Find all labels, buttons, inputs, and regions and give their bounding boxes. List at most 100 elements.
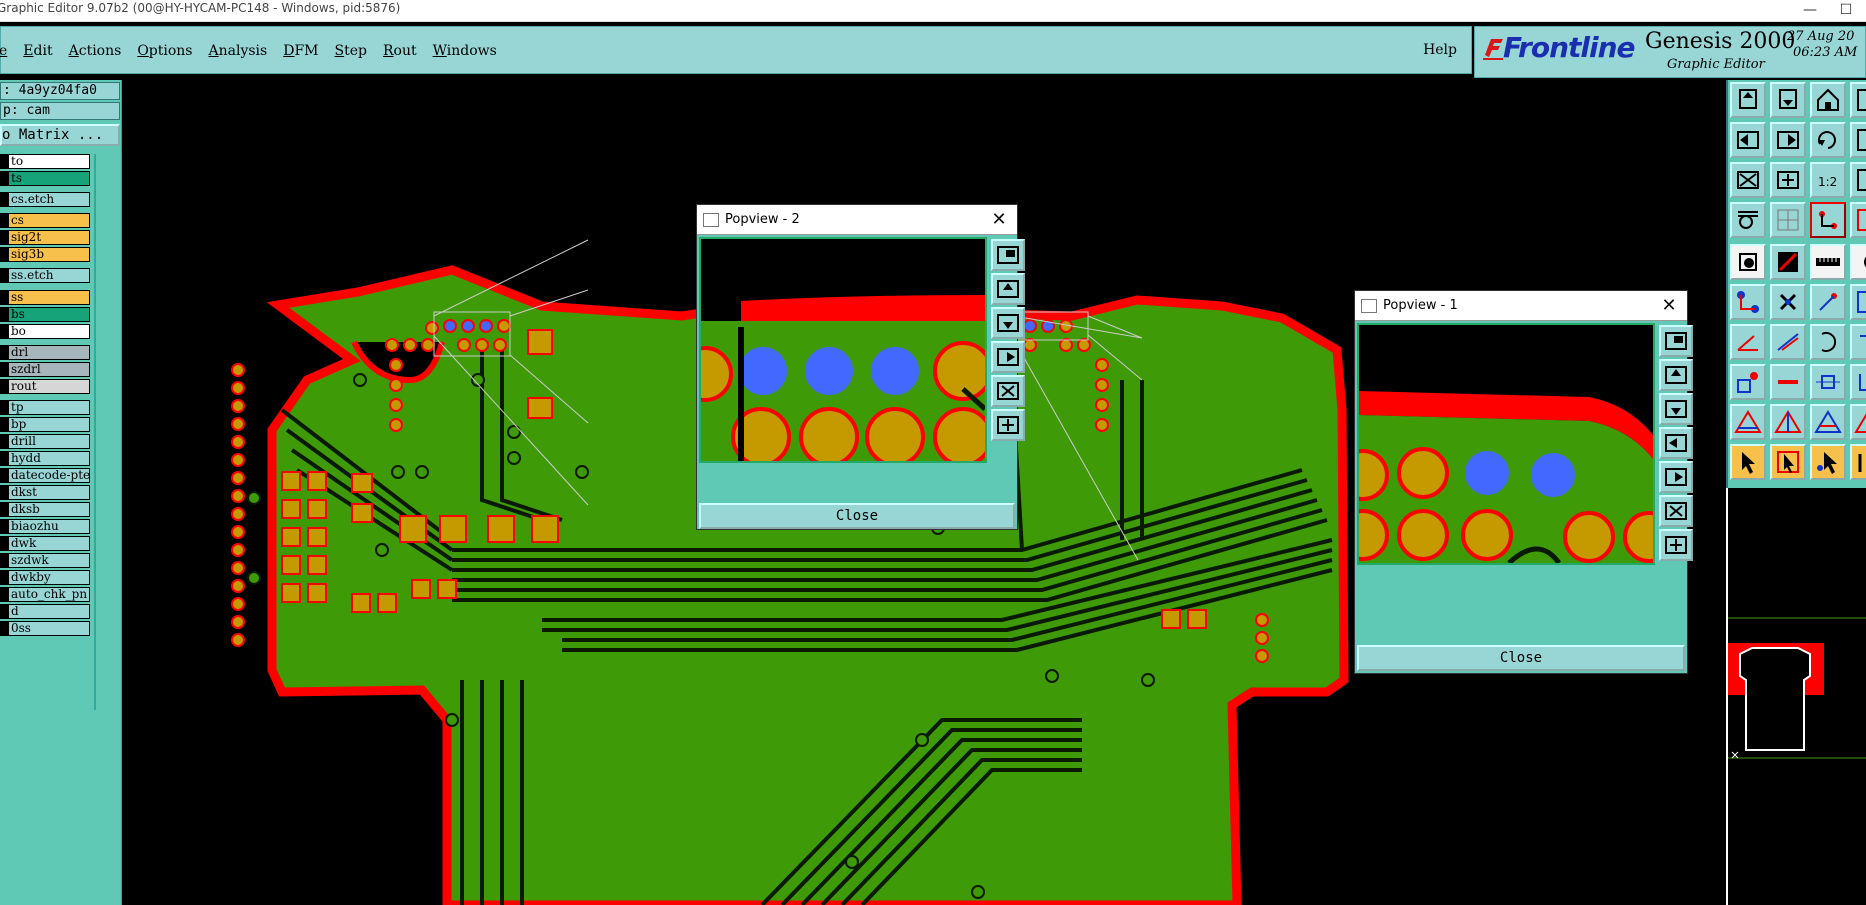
popview-1-view[interactable] — [1357, 323, 1655, 565]
layer-item[interactable]: dwkby — [8, 570, 90, 585]
zoom-window-icon[interactable] — [991, 239, 1025, 271]
layer-item[interactable]: dkst — [8, 485, 90, 500]
select-feature-icon[interactable] — [1770, 444, 1806, 480]
layer-item[interactable]: szdrl — [8, 362, 90, 377]
close-icon[interactable]: ✕ — [987, 205, 1011, 235]
layer-item[interactable]: auto_chk_pn — [8, 587, 90, 602]
move-icon[interactable] — [1810, 284, 1846, 320]
select-net-icon[interactable] — [1810, 444, 1846, 480]
tool-icon[interactable] — [1850, 404, 1866, 440]
layer-affect-box[interactable] — [0, 230, 8, 245]
add-pad-icon[interactable] — [1730, 244, 1766, 280]
layer-item[interactable]: bp — [8, 417, 90, 432]
layer-item[interactable]: d — [8, 604, 90, 619]
tool-icon[interactable] — [1850, 202, 1866, 238]
layer-affect-box[interactable] — [0, 604, 8, 619]
tool-icon[interactable] — [1850, 244, 1866, 280]
menu-options[interactable]: Options — [137, 43, 192, 59]
open-job-icon[interactable] — [1730, 82, 1766, 118]
graphic-canvas[interactable]: Popview - 2 ✕ Close Popview - 1 ✕ Close — [122, 80, 1726, 905]
layer-item[interactable]: dksb — [8, 502, 90, 517]
zoom-window-icon[interactable] — [1659, 325, 1693, 357]
layer-affect-box[interactable] — [0, 379, 8, 394]
zoom-out-icon[interactable] — [1659, 529, 1693, 561]
menu-dfm[interactable]: DFM — [283, 43, 318, 59]
zoom-in-icon[interactable] — [991, 375, 1025, 407]
triangle-measure-icon[interactable] — [1810, 404, 1846, 440]
layer-affect-box[interactable] — [0, 553, 8, 568]
zoom-in-icon[interactable] — [1659, 495, 1693, 527]
arc-icon[interactable] — [1810, 324, 1846, 360]
popview-2-close-button[interactable]: Close — [699, 503, 1015, 529]
delete-icon[interactable] — [1770, 284, 1806, 320]
menu-edit[interactable]: Edit — [23, 43, 52, 59]
maximize-button[interactable]: ☐ — [1826, 0, 1866, 20]
layer-affect-box[interactable] — [0, 536, 8, 551]
ruler-icon[interactable] — [1810, 244, 1846, 280]
layer-affect-box[interactable] — [0, 362, 8, 377]
pan-up-icon[interactable] — [1659, 359, 1693, 391]
menu-step[interactable]: Step — [335, 43, 367, 59]
angle-icon[interactable] — [1730, 324, 1766, 360]
layer-affect-box[interactable] — [0, 171, 8, 186]
layer-item[interactable]: 0ss — [8, 621, 90, 636]
menu-rout[interactable]: Rout — [383, 43, 417, 59]
pad-select-icon[interactable] — [1730, 364, 1766, 400]
home-icon[interactable] — [1810, 82, 1846, 118]
layer-item[interactable]: cs — [8, 213, 90, 228]
pan-left-icon[interactable] — [1730, 122, 1766, 158]
layer-item[interactable]: sig3b — [8, 247, 90, 262]
tool-icon[interactable] — [1850, 82, 1866, 118]
layer-item[interactable]: ss.etch — [8, 268, 90, 283]
layer-affect-box[interactable] — [0, 290, 8, 305]
layer-affect-box[interactable] — [0, 468, 8, 483]
dimension-icon[interactable] — [1810, 364, 1846, 400]
layer-item[interactable]: hydd — [8, 451, 90, 466]
layer-affect-box[interactable] — [0, 154, 8, 169]
pan-right-icon[interactable] — [1770, 122, 1806, 158]
layer-item[interactable]: dwk — [8, 536, 90, 551]
triangle-tool-icon[interactable] — [1730, 404, 1766, 440]
layer-affect-box[interactable] — [0, 434, 8, 449]
layer-affect-box[interactable] — [0, 213, 8, 228]
layer-item[interactable]: datecode-pte — [8, 468, 90, 483]
layer-item[interactable]: szdwk — [8, 553, 90, 568]
layer-affect-box[interactable] — [0, 519, 8, 534]
add-line-icon[interactable] — [1770, 244, 1806, 280]
menu-file[interactable]: e — [0, 43, 7, 59]
menu-analysis[interactable]: Analysis — [209, 43, 268, 59]
zoom-out-icon[interactable] — [991, 409, 1025, 441]
layer-item[interactable]: bs — [8, 307, 90, 322]
layer-item[interactable]: rout — [8, 379, 90, 394]
layer-item[interactable]: biaozhu — [8, 519, 90, 534]
layer-affect-box[interactable] — [0, 400, 8, 415]
tool-icon[interactable] — [1850, 162, 1866, 198]
layer-item[interactable]: drl — [8, 345, 90, 360]
zoom-1to2-icon[interactable]: 1:2 — [1810, 162, 1846, 198]
menu-actions[interactable]: Actions — [69, 43, 122, 59]
layer-affect-box[interactable] — [0, 587, 8, 602]
tool-icon[interactable] — [1850, 364, 1866, 400]
popview-1-close-button[interactable]: Close — [1357, 645, 1685, 671]
pan-right-icon[interactable] — [1659, 461, 1693, 493]
layer-affect-box[interactable] — [0, 451, 8, 466]
pan-down-icon[interactable] — [991, 307, 1025, 339]
layer-affect-box[interactable] — [0, 485, 8, 500]
select-cursor-icon[interactable] — [1730, 444, 1766, 480]
layer-affect-box[interactable] — [0, 268, 8, 283]
close-icon[interactable]: ✕ — [1657, 291, 1681, 321]
measure-icon[interactable] — [1810, 202, 1846, 238]
connect-icon[interactable] — [1730, 284, 1766, 320]
tool-icon[interactable] — [1850, 122, 1866, 158]
layer-item[interactable]: cs.etch — [8, 192, 90, 207]
layer-item[interactable]: sig2t — [8, 230, 90, 245]
popview-2-view[interactable] — [699, 237, 987, 463]
line-select-icon[interactable] — [1770, 364, 1806, 400]
layer-item[interactable]: ts — [8, 171, 90, 186]
reset-view-icon[interactable] — [1810, 122, 1846, 158]
pan-left-icon[interactable] — [1659, 427, 1693, 459]
layer-item[interactable]: tp — [8, 400, 90, 415]
layer-affect-box[interactable] — [0, 192, 8, 207]
grid-icon[interactable] — [1770, 202, 1806, 238]
layer-affect-box[interactable] — [0, 417, 8, 432]
